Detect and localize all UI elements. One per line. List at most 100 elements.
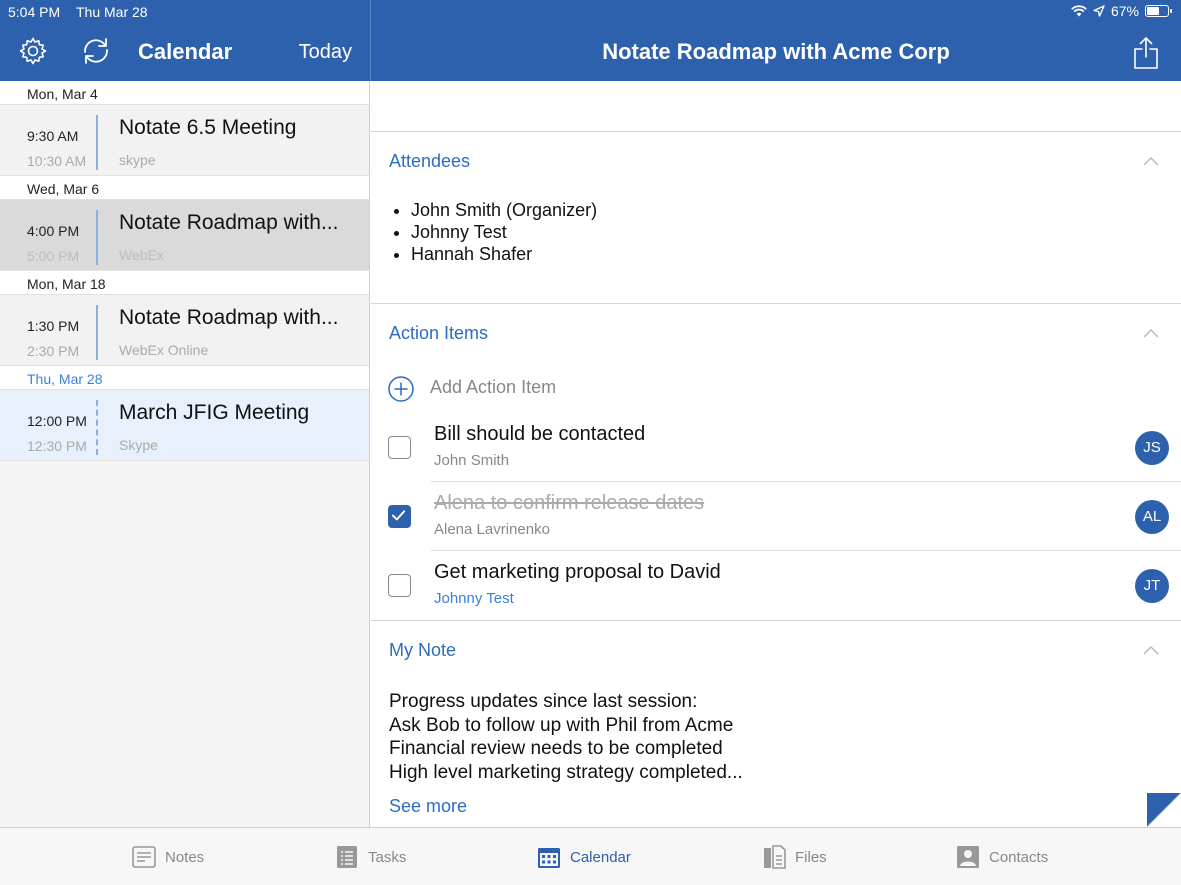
chevron-up-icon[interactable]	[1143, 645, 1159, 655]
action-item[interactable]: Bill should be contacted John Smith JS	[371, 414, 1181, 483]
battery-icon	[1145, 5, 1172, 17]
gear-icon[interactable]	[18, 36, 48, 66]
divider	[371, 620, 1181, 621]
status-bar: 5:04 PM Thu Mar 28 67%	[0, 0, 1181, 24]
files-icon	[764, 845, 786, 869]
calendar-event[interactable]: 9:30 AM 10:30 AM Notate 6.5 Meeting skyp…	[0, 105, 369, 176]
event-bar	[96, 305, 98, 360]
calendar-event-current[interactable]: 12:00 PM 12:30 PM March JFIG Meeting Sky…	[0, 390, 369, 461]
my-note-title: My Note	[389, 640, 457, 660]
event-location: Skype	[119, 437, 158, 453]
status-date: Thu Mar 28	[76, 4, 148, 20]
calendar-title: Calendar	[138, 39, 233, 64]
calendar-event-selected[interactable]: 4:00 PM 5:00 PM Notate Roadmap with... W…	[0, 200, 369, 271]
divider	[371, 131, 1181, 132]
tab-label: Contacts	[989, 848, 1049, 866]
action-item-text: Alena to confirm release dates	[434, 492, 705, 514]
action-item-checkbox[interactable]	[388, 436, 411, 459]
calendar-header: Calendar Today	[0, 24, 370, 81]
attendee-list: John Smith (Organizer) Johnny Test Hanna…	[411, 199, 597, 265]
event-end-time: 10:30 AM	[27, 153, 87, 169]
note-line: Financial review needs to be completed	[389, 738, 723, 759]
tab-files[interactable]: Files	[761, 844, 827, 870]
action-items-title: Action Items	[389, 323, 489, 343]
action-item-text: Bill should be contacted	[434, 423, 646, 445]
note-line: Progress updates since last session:	[389, 691, 698, 712]
event-bar	[96, 115, 98, 170]
event-title: Notate Roadmap with...	[119, 306, 339, 329]
page-fold-icon[interactable]	[1147, 793, 1181, 827]
event-end-time: 5:00 PM	[27, 248, 80, 264]
tab-tasks[interactable]: Tasks	[334, 844, 406, 870]
calendar-icon	[538, 848, 560, 868]
wifi-icon	[1071, 5, 1087, 17]
divider	[431, 481, 1181, 482]
action-item-checkbox[interactable]	[388, 505, 411, 528]
tab-calendar[interactable]: Calendar	[536, 844, 631, 870]
action-item-checkbox[interactable]	[388, 574, 411, 597]
divider	[431, 550, 1181, 551]
chevron-up-icon[interactable]	[1143, 156, 1159, 166]
tasks-icon	[337, 846, 357, 868]
checkmark-icon	[391, 510, 406, 521]
action-item-owner: Alena Lavrinenko	[434, 521, 550, 538]
attendee: John Smith (Organizer)	[411, 199, 597, 221]
add-circle-icon[interactable]	[387, 375, 415, 403]
add-action-item-button[interactable]: Add Action Item	[430, 377, 556, 398]
avatar[interactable]: JS	[1135, 431, 1169, 465]
status-time: 5:04 PM	[8, 4, 61, 20]
action-item-owner[interactable]: Johnny Test	[434, 590, 514, 607]
event-end-time: 2:30 PM	[27, 343, 80, 359]
meeting-detail: Attendees John Smith (Organizer) Johnny …	[371, 81, 1181, 827]
event-bar	[96, 400, 98, 455]
action-item-owner: John Smith	[434, 452, 510, 469]
tab-label: Files	[795, 848, 827, 866]
divider	[371, 303, 1181, 304]
tab-label: Calendar	[570, 848, 631, 866]
notes-icon	[132, 846, 156, 868]
event-location: skype	[119, 152, 156, 168]
note-text: Progress updates since last session: Ask…	[389, 690, 743, 784]
tab-label: Tasks	[368, 848, 407, 866]
note-line: High level marketing strategy completed.…	[389, 761, 743, 783]
event-location: WebEx	[119, 247, 164, 263]
event-title: Notate 6.5 Meeting	[119, 116, 297, 139]
tab-notes[interactable]: Notes	[131, 844, 204, 870]
action-item[interactable]: Get marketing proposal to David Johnny T…	[371, 552, 1181, 621]
location-arrow-icon	[1093, 5, 1105, 17]
battery-percent: 67%	[1110, 3, 1139, 19]
see-more-link[interactable]: See more	[389, 796, 467, 817]
today-button[interactable]: Today	[299, 41, 352, 64]
day-header-today: Thu, Mar 28	[0, 366, 369, 390]
event-title: March JFIG Meeting	[119, 401, 310, 424]
share-icon[interactable]	[1133, 36, 1159, 70]
attendee: Hannah Shafer	[411, 243, 597, 265]
calendar-list: Mon, Mar 4 9:30 AM 10:30 AM Notate 6.5 M…	[0, 81, 370, 827]
day-header: Mon, Mar 18	[0, 271, 369, 295]
attendee: Johnny Test	[411, 221, 597, 243]
calendar-event[interactable]: 1:30 PM 2:30 PM Notate Roadmap with... W…	[0, 295, 369, 366]
event-start-time: 4:00 PM	[27, 223, 80, 239]
event-start-time: 9:30 AM	[27, 128, 79, 144]
attendees-title: Attendees	[389, 151, 471, 171]
meeting-title: Notate Roadmap with Acme Corp	[602, 39, 950, 64]
action-item-text: Get marketing proposal to David	[434, 561, 721, 583]
battery-fill	[1147, 7, 1159, 15]
note-line: Ask Bob to follow up with Phil from Acme	[389, 714, 734, 736]
avatar[interactable]: JT	[1135, 569, 1169, 603]
action-item[interactable]: Alena to confirm release dates Alena Lav…	[371, 483, 1181, 552]
tab-label: Notes	[165, 848, 205, 866]
day-header: Wed, Mar 6	[0, 176, 369, 200]
day-header: Mon, Mar 4	[0, 81, 369, 105]
contacts-icon	[957, 846, 979, 868]
tab-bar: Notes Tasks Calendar Files Contacts	[0, 827, 1181, 885]
tab-contacts[interactable]: Contacts	[955, 844, 1048, 870]
chevron-up-icon[interactable]	[1143, 328, 1159, 338]
status-right: 67%	[1071, 3, 1172, 19]
event-start-time: 12:00 PM	[27, 413, 87, 429]
event-end-time: 12:30 PM	[27, 438, 87, 454]
event-location: WebEx Online	[119, 342, 209, 358]
avatar[interactable]: AL	[1135, 500, 1169, 534]
event-title: Notate Roadmap with...	[119, 211, 339, 234]
sync-icon[interactable]	[80, 36, 112, 66]
